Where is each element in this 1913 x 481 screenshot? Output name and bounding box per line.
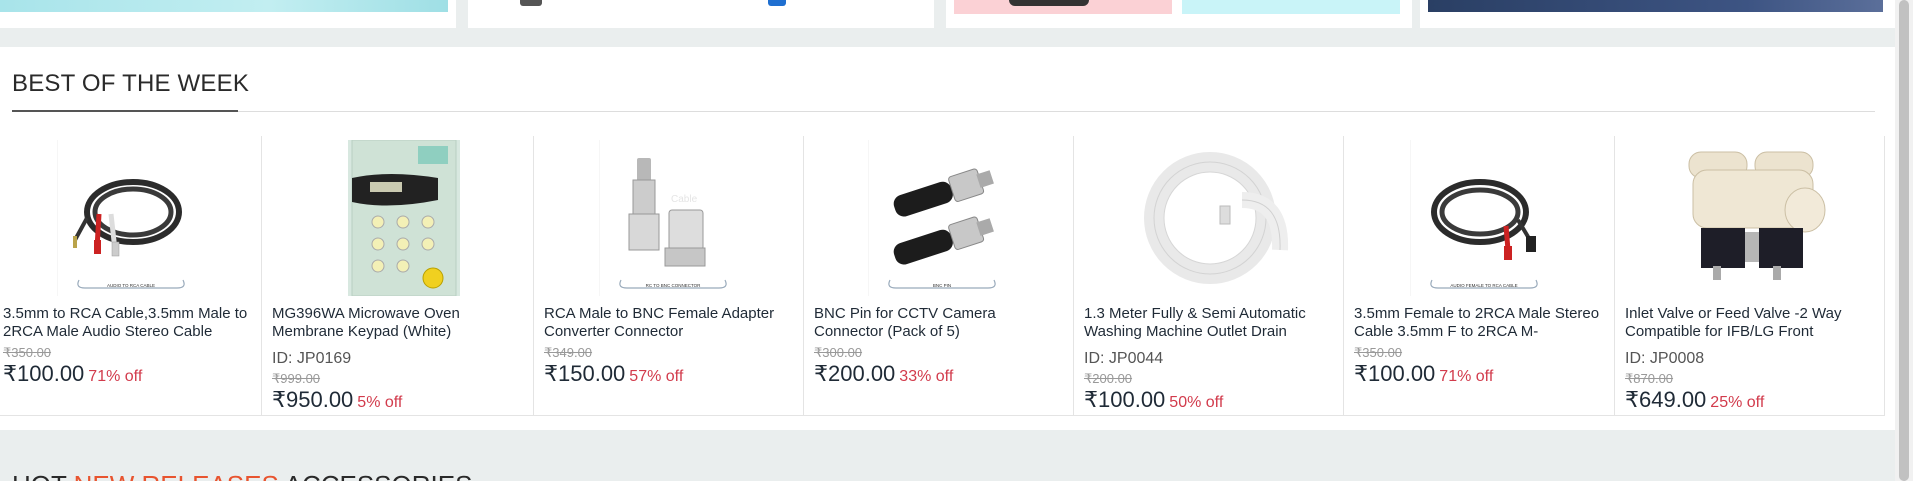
product-price: ₹150.00 [544, 361, 626, 386]
banner-3-left-image [954, 0, 1172, 14]
discount-badge: 5% off [357, 394, 403, 411]
rca-bnc-adapter-icon: Cable RC TO BNC CONNECTOR [599, 140, 747, 296]
product-card[interactable]: Cable RC TO BNC CONNECTOR RCA Male to BN… [534, 136, 804, 416]
product-price: ₹950.00 [272, 387, 354, 412]
discount-badge: 25% off [1710, 394, 1765, 411]
banner-1[interactable] [0, 0, 456, 28]
product-card[interactable]: Inlet Valve or Feed Valve -2 Way Compati… [1615, 136, 1885, 416]
product-name[interactable]: 1.3 Meter Fully & Semi Automatic Washing… [1084, 305, 1334, 341]
image-caption: BNC PIN [933, 283, 951, 288]
product-price: ₹200.00 [814, 361, 896, 386]
banner-1-image [0, 0, 448, 12]
product-carousel: AUDIO TO RCA CABLE 3.5mm to RCA Cable,3.… [0, 136, 1895, 416]
price-row: ₹649.00 25% off [1625, 387, 1764, 413]
next-section-title: HOT NEW RELEASES ACCESSORIES [12, 470, 472, 481]
price-row: ₹200.00 33% off [814, 361, 953, 387]
product-mrp: ₹200.00 [1084, 371, 1133, 386]
product-name[interactable]: MG396WA Microwave Oven Membrane Keypad (… [272, 305, 522, 341]
price-row: ₹100.00 71% off [1354, 361, 1493, 387]
image-caption: RC TO BNC CONNECTOR [646, 283, 702, 288]
product-card[interactable]: AUDIO TO RCA CABLE 3.5mm to RCA Cable,3.… [0, 136, 262, 416]
discount-badge: 71% off [88, 368, 143, 385]
top-banner-strip [0, 0, 1895, 30]
product-id: ID: JP0044 [1084, 350, 1164, 367]
product-id: ID: JP0169 [272, 350, 352, 367]
product-name[interactable]: BNC Pin for CCTV Camera Connector (Pack … [814, 305, 1064, 341]
bnc-pin-icon: BNC PIN [868, 140, 1016, 296]
image-caption: AUDIO TO RCA CABLE [107, 283, 155, 288]
product-mrp: ₹300.00 [814, 345, 863, 360]
banner-2[interactable] [468, 0, 934, 28]
product-name[interactable]: 3.5mm to RCA Cable,3.5mm Male to 2RCA Ma… [3, 305, 253, 341]
page-scrollbar[interactable] [1895, 0, 1913, 481]
banner-2-plug-image [768, 0, 786, 6]
banner-3-right-image [1182, 0, 1400, 14]
product-id: ID: JP0008 [1625, 350, 1705, 367]
price-row: ₹100.00 71% off [3, 361, 142, 387]
product-price: ₹649.00 [1625, 387, 1707, 412]
product-price: ₹100.00 [3, 361, 85, 386]
discount-badge: 71% off [1439, 368, 1494, 385]
audio-rca-cable-icon: AUDIO TO RCA CABLE [57, 140, 205, 296]
product-mrp: ₹350.00 [3, 345, 52, 360]
scrollbar-thumb[interactable] [1899, 0, 1909, 481]
discount-badge: 57% off [629, 368, 684, 385]
product-name[interactable]: Inlet Valve or Feed Valve -2 Way Compati… [1625, 305, 1875, 341]
price-row: ₹150.00 57% off [544, 361, 683, 387]
banner-4[interactable] [1420, 0, 1895, 28]
banner-2-cable-image [520, 0, 542, 6]
product-mrp: ₹999.00 [272, 371, 321, 386]
product-mrp: ₹870.00 [1625, 371, 1674, 386]
discount-badge: 50% off [1169, 394, 1224, 411]
price-row: ₹950.00 5% off [272, 387, 402, 413]
product-card[interactable]: 1.3 Meter Fully & Semi Automatic Washing… [1074, 136, 1344, 416]
product-mrp: ₹350.00 [1354, 345, 1403, 360]
banner-4-image [1428, 0, 1883, 12]
audio-female-rca-cable-icon: AUDIO FEMALE TO RCA CABLE [1410, 140, 1558, 296]
product-name[interactable]: RCA Male to BNC Female Adapter Converter… [544, 305, 794, 341]
drain-hose-icon [1132, 140, 1292, 296]
next-section-title-prefix: HOT [12, 470, 74, 481]
product-card[interactable]: BNC PIN BNC Pin for CCTV Camera Connecto… [804, 136, 1074, 416]
product-name[interactable]: 3.5mm Female to 2RCA Male Stereo Cable 3… [1354, 305, 1604, 341]
title-underline [12, 110, 238, 112]
microwave-keypad-icon [348, 140, 460, 296]
discount-badge: 33% off [899, 368, 954, 385]
product-price: ₹100.00 [1084, 387, 1166, 412]
banner-3[interactable] [946, 0, 1412, 28]
next-section-title-highlight: NEW RELEASES [74, 470, 279, 481]
title-divider [12, 111, 1875, 112]
next-section-title-suffix: ACCESSORIES [279, 470, 473, 481]
section-title: BEST OF THE WEEK [12, 70, 250, 97]
product-mrp: ₹349.00 [544, 345, 593, 360]
price-row: ₹100.00 50% off [1084, 387, 1223, 413]
inlet-valve-icon [1673, 140, 1833, 296]
image-caption: AUDIO FEMALE TO RCA CABLE [1450, 283, 1517, 288]
product-price: ₹100.00 [1354, 361, 1436, 386]
product-card[interactable]: MG396WA Microwave Oven Membrane Keypad (… [262, 136, 534, 416]
svg-text:Cable: Cable [671, 194, 698, 205]
best-of-week-section: BEST OF THE WEEK AUDIO TO RCA CABLE 3.5m… [0, 47, 1895, 430]
product-card[interactable]: AUDIO FEMALE TO RCA CABLE 3.5mm Female t… [1344, 136, 1615, 416]
